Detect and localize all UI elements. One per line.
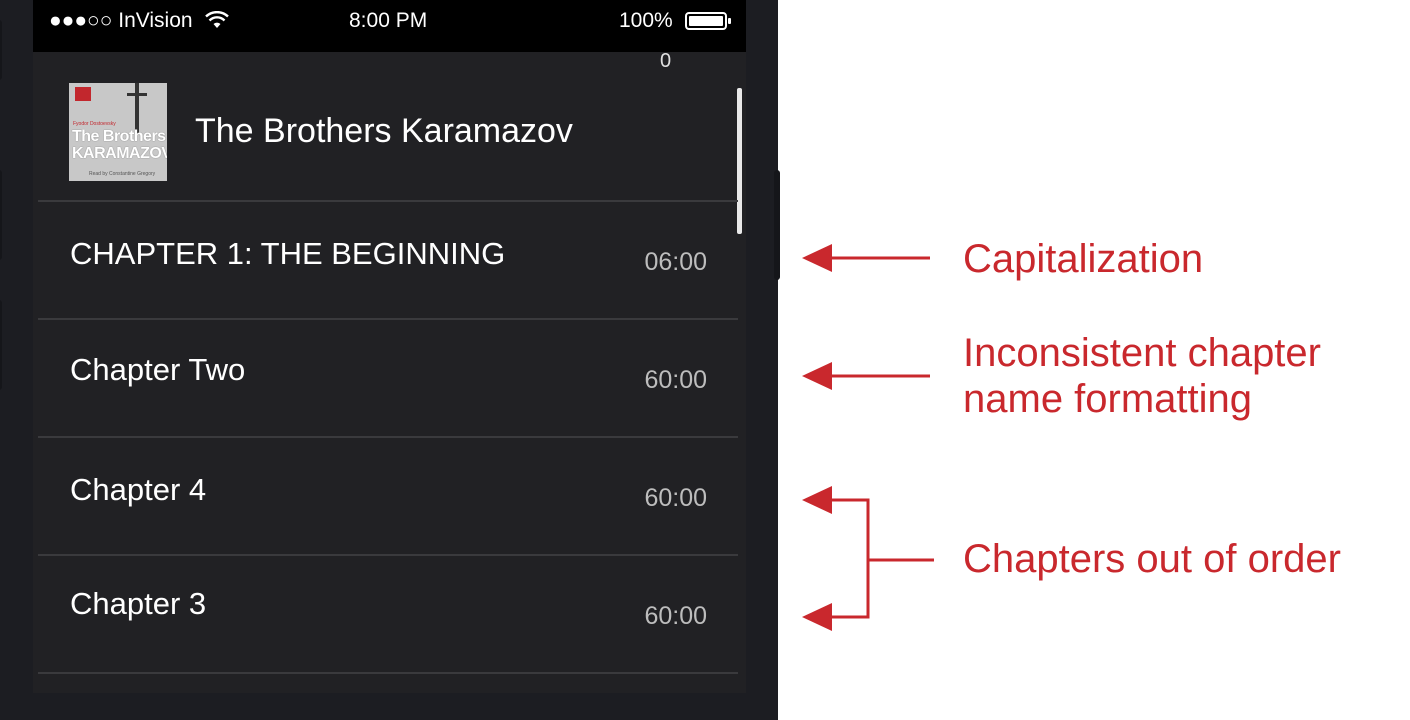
arrow-left-icon <box>802 362 930 390</box>
arrow-left-icon <box>802 244 930 272</box>
annotation-inconsistent-formatting: Inconsistent chapter name formatting <box>963 331 1321 421</box>
annotation-capitalization: Capitalization <box>963 237 1204 281</box>
bracket-arrow-icon <box>802 486 934 631</box>
annotation-out-of-order: Chapters out of order <box>963 537 1341 581</box>
